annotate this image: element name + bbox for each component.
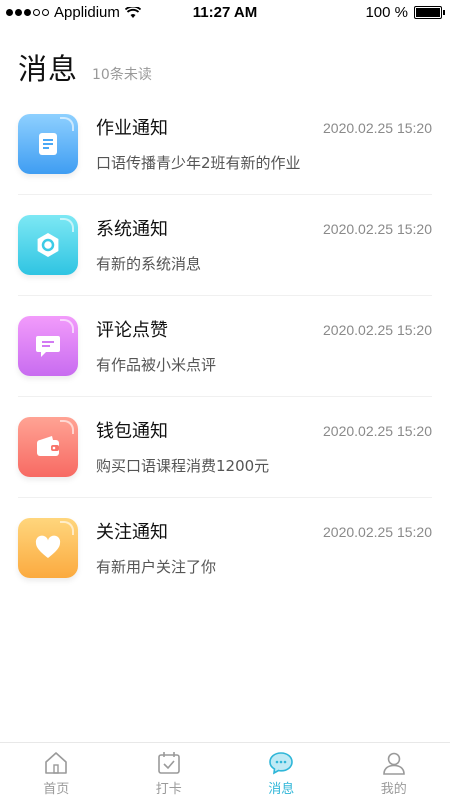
message-desc: 有新的系统消息 [96,255,202,273]
message-item-follow[interactable]: 关注通知 2020.02.25 15:20 有新用户关注了你 [18,498,432,599]
calendar-check-icon [157,752,180,774]
message-item-wallet[interactable]: 钱包通知 2020.02.25 15:20 购买口语课程消费1200元 [18,397,432,498]
battery-percent: 100 % [365,4,408,21]
status-bar: Applidium 11:27 AM 100 % [0,0,450,26]
battery-icon [414,6,445,19]
message-desc: 口语传播青少年2班有新的作业 [96,154,301,172]
wallet-icon [18,417,78,477]
message-title: 关注通知 [96,522,168,543]
message-desc: 购买口语课程消费1200元 [96,457,270,475]
message-desc: 有新用户关注了你 [96,558,217,576]
page-title: 消息 [18,52,79,86]
message-item-system[interactable]: 系统通知 2020.02.25 15:20 有新的系统消息 [18,195,432,296]
message-time: 2020.02.25 15:20 [323,524,432,540]
tab-messages[interactable]: 消息 [225,743,338,800]
message-time: 2020.02.25 15:20 [323,221,432,237]
tab-checkin[interactable]: 打卡 [113,743,226,800]
message-time: 2020.02.25 15:20 [323,423,432,439]
tab-label: 我的 [380,782,407,797]
tab-home[interactable]: 首页 [0,743,113,800]
tab-profile[interactable]: 我的 [338,743,450,800]
message-item-homework[interactable]: 作业通知 2020.02.25 15:20 口语传播青少年2班有新的作业 [18,94,432,195]
message-title: 钱包通知 [96,421,168,442]
message-icon [269,752,294,775]
message-list: 作业通知 2020.02.25 15:20 口语传播青少年2班有新的作业 系统通… [0,94,450,599]
unread-count: 10条未读 [92,67,152,83]
tab-bar: 首页 打卡 消息 我的 [0,742,450,800]
message-time: 2020.02.25 15:20 [323,120,432,136]
message-title: 评论点赞 [96,320,168,341]
tab-label: 首页 [43,782,70,797]
tab-label: 打卡 [155,782,182,797]
status-right: 100 % [365,4,445,21]
message-desc: 有作品被小米点评 [96,356,217,374]
document-icon [18,114,78,174]
tab-label: 消息 [268,782,295,797]
message-title: 系统通知 [96,219,168,240]
heart-icon [18,518,78,578]
home-icon [45,752,68,774]
message-item-comment[interactable]: 评论点赞 2020.02.25 15:20 有作品被小米点评 [18,296,432,397]
page-header: 消息 10条未读 [18,46,152,88]
message-time: 2020.02.25 15:20 [323,322,432,338]
user-icon [382,752,405,775]
hexagon-icon [18,215,78,275]
chat-bubble-icon [18,316,78,376]
message-title: 作业通知 [96,118,168,139]
